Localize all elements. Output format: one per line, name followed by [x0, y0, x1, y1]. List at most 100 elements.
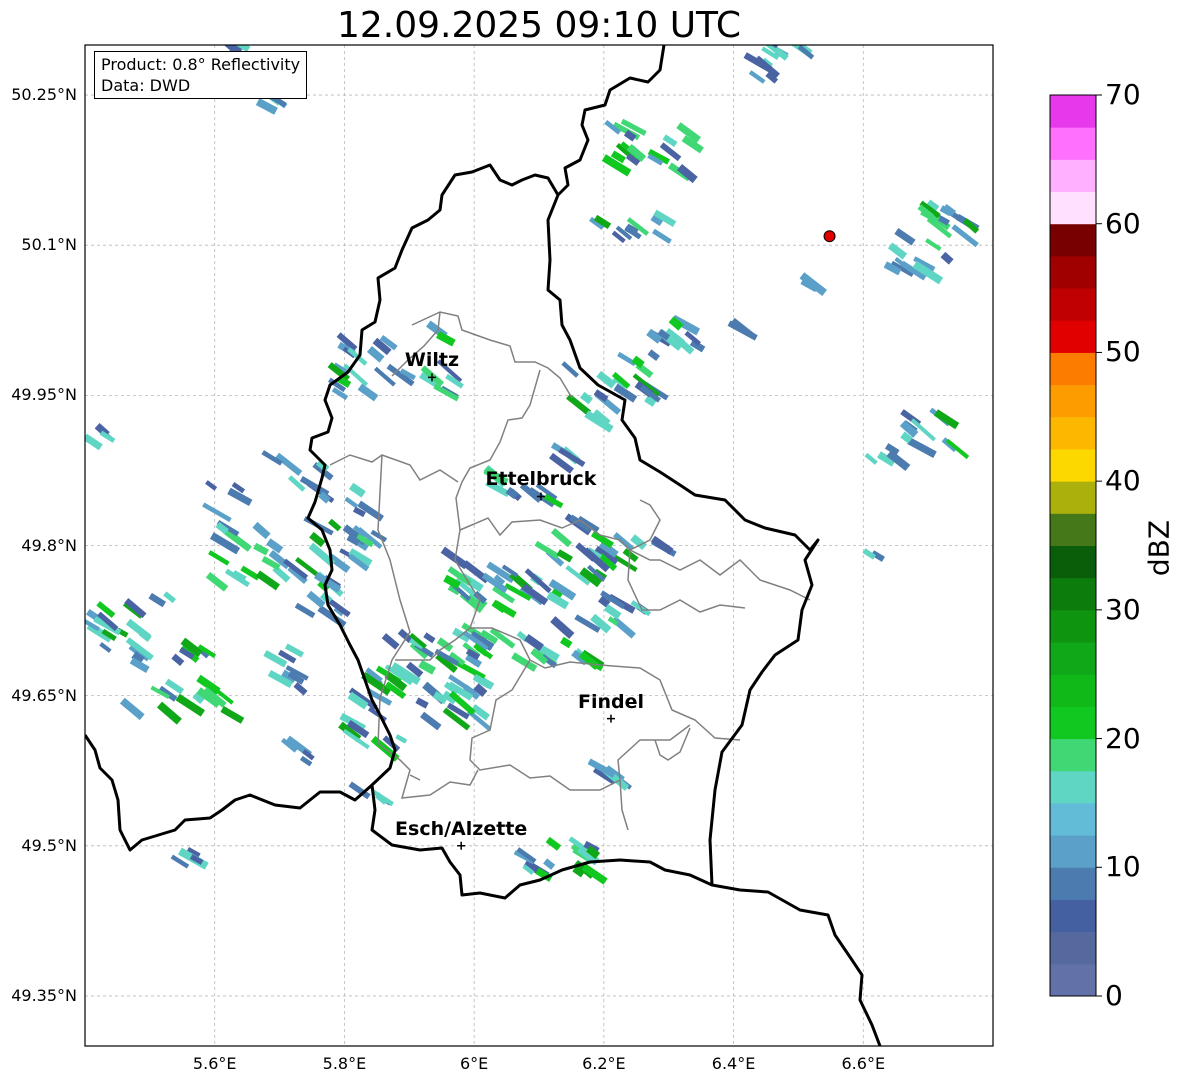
colorbar-segment: [1050, 513, 1096, 546]
radar-echo-cell: [727, 320, 758, 341]
colorbar-tick-label: 60: [1105, 206, 1141, 240]
lat-tick-label: 50.25°N: [11, 85, 77, 105]
colorbar-segment: [1050, 674, 1096, 707]
radar-echo-cell: [894, 228, 916, 246]
radar-echo-cell: [543, 858, 556, 870]
colorbar-segment: [1050, 770, 1096, 804]
colorbar-segment: [1050, 545, 1096, 579]
city-label: Wiltz: [404, 349, 460, 372]
radar-site-marker: [823, 230, 836, 243]
colorbar: [1049, 94, 1102, 997]
lat-tick-label: 49.35°N: [11, 985, 77, 1005]
radar-echo-cell: [395, 734, 408, 744]
radar-echo-cell: [617, 351, 637, 367]
city-markers: [427, 373, 615, 850]
radar-echo-cell: [652, 228, 672, 244]
colorbar-segment: [1050, 899, 1096, 933]
radar-echo-cell: [357, 383, 379, 402]
radar-echo-cell: [415, 697, 429, 709]
lon-tick-label: 6.4°E: [711, 1054, 756, 1073]
radar-echo-cell: [647, 349, 660, 361]
radar-echo-cell: [293, 682, 308, 696]
lon-tick-label: 5.8°E: [322, 1054, 367, 1073]
city-label: Esch/Alzette: [395, 817, 528, 840]
product-info-box: Product: 0.8° Reflectivity Data: DWD: [94, 51, 308, 99]
radar-echo-cell: [613, 532, 635, 552]
radar-echo-cell: [119, 697, 145, 721]
colorbar-segment: [1050, 384, 1096, 418]
radar-echo-cell: [580, 391, 594, 405]
colorbar-segment: [1050, 416, 1096, 450]
colorbar-segment: [1050, 288, 1096, 321]
colorbar-segment: [1050, 931, 1096, 965]
radar-echo-cell: [294, 602, 316, 619]
colorbar-segment: [1050, 577, 1096, 611]
colorbar-segment: [1050, 802, 1096, 836]
radar-echo-cell: [545, 836, 562, 851]
radar-echo-cell: [945, 438, 970, 460]
lon-tick-label: 5.6°E: [192, 1054, 237, 1073]
radar-echo-cell: [433, 383, 460, 402]
radar-echo-cell: [925, 238, 942, 252]
colorbar-segment: [1050, 448, 1096, 482]
lon-tick-label: 6°E: [459, 1054, 489, 1073]
colorbar-tick-label: 20: [1105, 721, 1141, 755]
colorbar-tick-label: 50: [1105, 335, 1141, 369]
radar-echo-cell: [550, 616, 575, 639]
radar-echoes: [85, 45, 980, 885]
radar-echo-cell: [534, 540, 560, 560]
lat-tick-label: 49.95°N: [11, 385, 77, 405]
colorbar-segment: [1050, 609, 1096, 643]
colorbar-segment: [1050, 320, 1096, 353]
radar-echo-cell: [348, 482, 366, 498]
lat-tick-label: 49.5°N: [21, 835, 77, 855]
colorbar-tick-label: 30: [1105, 592, 1141, 626]
lon-tick-label: 6.6°E: [841, 1054, 886, 1073]
colorbar-segment: [1050, 223, 1096, 257]
colorbar-segment: [1050, 835, 1096, 868]
lat-tick-label: 49.65°N: [11, 685, 77, 705]
radar-echo-cell: [99, 642, 112, 653]
radar-echo-cell: [748, 70, 766, 84]
radar-echo-cell: [933, 409, 960, 430]
radar-echo-cell: [266, 538, 284, 554]
colorbar-segment: [1050, 191, 1096, 225]
radar-echo-cell: [590, 613, 612, 634]
radar-echo-cell: [171, 653, 185, 666]
colorbar-tick-label: 40: [1105, 464, 1141, 498]
colorbar-segment: [1050, 95, 1096, 128]
radar-echo-cell: [85, 433, 103, 451]
colorbar-tick-label: 0: [1105, 979, 1123, 1012]
city-marker: [606, 714, 615, 723]
radar-echo-cell: [864, 452, 878, 465]
radar-echo-cell: [148, 592, 167, 608]
colorbar-segment: [1050, 706, 1096, 740]
colorbar-segment: [1050, 867, 1096, 900]
radar-map: [84, 44, 1102, 1047]
colorbar-segment: [1050, 159, 1096, 193]
radar-echo-cell: [156, 701, 182, 725]
colorbar-tick-label: 70: [1105, 78, 1141, 111]
colorbar-segment: [1050, 642, 1096, 675]
colorbar-segment: [1050, 963, 1096, 997]
radar-echo-cell: [561, 361, 580, 378]
radar-echo-cell: [208, 550, 230, 566]
radar-echo-cell: [220, 705, 245, 724]
lat-tick-label: 50.1°N: [21, 235, 77, 255]
radar-echo-cell: [381, 633, 400, 650]
radar-echo-cell: [205, 571, 229, 592]
colorbar-segment: [1050, 481, 1096, 514]
lat-tick-label: 49.8°N: [21, 535, 77, 555]
colorbar-segment: [1050, 352, 1096, 386]
radar-echo-cell: [252, 521, 271, 540]
radar-echo-cell: [419, 711, 442, 731]
city-label: Findel: [577, 690, 644, 713]
radar-echo-cell: [344, 496, 359, 509]
radar-echo-cell: [423, 632, 436, 644]
city-marker: [457, 841, 466, 850]
product-label: Product: 0.8° Reflectivity: [101, 55, 301, 74]
radar-echo-cell: [205, 480, 218, 491]
colorbar-segment: [1050, 255, 1096, 289]
radar-echo-cell: [559, 636, 573, 649]
data-source-label: Data: DWD: [101, 76, 191, 95]
